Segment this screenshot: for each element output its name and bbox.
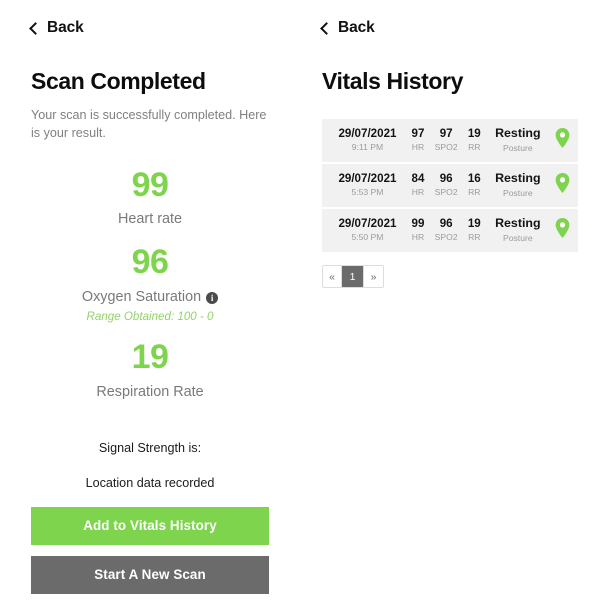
back-button-right[interactable]: Back	[320, 19, 375, 37]
signal-strength-note: Signal Strength is:	[98, 440, 202, 455]
table-row[interactable]: 29/07/2021 9:11 PM 97 HR 97 SPO2 19 RR R…	[322, 119, 578, 164]
cell-location	[547, 162, 578, 209]
pagination-page-1[interactable]: 1	[342, 266, 364, 288]
cell-posture: Resting Posture	[488, 162, 548, 209]
cell-rr: 16 RR	[460, 162, 489, 209]
cell-rr: 19 RR	[460, 119, 488, 163]
location-data-note: Location data recorded	[85, 475, 215, 490]
row-rr-label: RR	[468, 141, 481, 152]
row-posture-value: Resting	[495, 126, 541, 140]
chevron-left-icon	[29, 21, 42, 35]
row-date: 29/07/2021	[338, 126, 397, 140]
row-posture-label: Posture	[503, 187, 533, 198]
row-rr-value: 19	[467, 216, 481, 230]
row-time: 9:11 PM	[351, 141, 384, 152]
row-time: 5:53 PM	[351, 187, 384, 198]
vital-label: Oxygen Saturation i	[81, 289, 219, 306]
page-title: Scan Completed	[31, 68, 206, 94]
row-rr-label: RR	[468, 187, 481, 198]
back-button-label: Back	[338, 19, 375, 36]
vital-label-text: Oxygen Saturation	[81, 289, 202, 306]
row-hr-label: HR	[411, 187, 425, 198]
vitals-history-table: 29/07/2021 9:11 PM 97 HR 97 SPO2 19 RR R…	[322, 119, 578, 253]
cell-location	[547, 119, 578, 163]
back-button-label: Back	[47, 19, 84, 36]
cell-datetime: 29/07/2021 5:53 PM	[322, 162, 404, 209]
row-posture-label: Posture	[503, 142, 533, 153]
row-spo2-label: SPO2	[434, 232, 458, 243]
row-hr-value: 97	[411, 126, 425, 140]
vital-label-text: Heart rate	[118, 211, 182, 228]
status-notes: Signal Strength is: Location data record…	[31, 441, 269, 490]
row-hr-label: HR	[411, 232, 425, 243]
vital-value: 96	[131, 243, 169, 282]
vital-heart-rate: 99 Heart rate	[31, 167, 269, 229]
row-posture-value: Resting	[495, 216, 541, 231]
cell-posture: Resting Posture	[488, 119, 547, 163]
row-hr-value: 99	[411, 216, 425, 230]
row-date: 29/07/2021	[338, 171, 397, 185]
location-pin-icon[interactable]	[555, 172, 570, 193]
location-pin-icon[interactable]	[555, 217, 570, 238]
vital-respiration-rate: 19 Respiration Rate	[31, 339, 269, 401]
location-pin-icon[interactable]	[555, 127, 570, 148]
vital-value: 19	[131, 338, 169, 377]
row-spo2-value: 97	[439, 126, 453, 140]
pagination-next-button[interactable]: »	[364, 266, 383, 288]
pagination: « 1 »	[322, 265, 384, 289]
cell-spo2: 96 SPO2	[432, 162, 461, 209]
vital-value: 99	[131, 165, 169, 204]
vital-range-obtained: Range Obtained: 100 - 0	[86, 310, 214, 324]
chevron-left-icon	[320, 21, 333, 35]
vital-label: Heart rate	[118, 211, 182, 227]
row-posture-label: Posture	[503, 232, 533, 243]
vital-label: Respiration Rate	[96, 384, 203, 400]
cell-hr: 84 HR	[403, 162, 433, 209]
start-new-scan-button[interactable]: Start A New Scan	[31, 555, 269, 594]
vitals-history-panel: Back Vitals History 29/07/2021 9:11 PM 9…	[300, 0, 600, 606]
cell-spo2: 97 SPO2	[432, 119, 460, 163]
row-posture-value: Resting	[495, 171, 541, 186]
pagination-prev-button[interactable]: «	[323, 266, 342, 288]
row-hr-value: 84	[411, 171, 425, 185]
cell-hr: 97 HR	[404, 119, 432, 163]
cell-datetime: 29/07/2021 5:50 PM	[322, 207, 404, 253]
table-row[interactable]: 29/07/2021 5:53 PM 84 HR 96 SPO2 16 RR R…	[322, 162, 578, 209]
cell-hr: 99 HR	[403, 207, 433, 253]
vitals-history-table-body: 29/07/2021 9:11 PM 97 HR 97 SPO2 19 RR R…	[322, 119, 578, 253]
cell-location	[547, 207, 578, 253]
table-row[interactable]: 29/07/2021 5:50 PM 99 HR 96 SPO2 19 RR R…	[322, 207, 578, 253]
row-rr-value: 19	[467, 126, 481, 140]
vitals-summary-list: 99 Heart rate 96 Oxygen Saturation i Ran…	[31, 167, 269, 401]
cell-posture: Resting Posture	[488, 207, 548, 253]
row-spo2-value: 96	[439, 171, 453, 185]
cell-datetime: 29/07/2021 9:11 PM	[322, 119, 404, 163]
row-rr-label: RR	[468, 232, 481, 243]
back-button-left[interactable]: Back	[29, 19, 84, 37]
row-time: 5:50 PM	[351, 232, 384, 243]
scan-result-panel: Back Scan Completed Your scan is success…	[0, 0, 300, 606]
cell-rr: 19 RR	[460, 207, 489, 253]
row-spo2-label: SPO2	[434, 187, 458, 198]
row-rr-value: 16	[467, 171, 481, 185]
add-to-vitals-history-button[interactable]: Add to Vitals History	[31, 506, 269, 545]
app-root: Back Scan Completed Your scan is success…	[0, 0, 600, 606]
row-date: 29/07/2021	[338, 216, 397, 230]
vital-label-text: Respiration Rate	[96, 383, 204, 400]
row-hr-label: HR	[411, 141, 425, 152]
row-spo2-value: 96	[439, 216, 453, 230]
vitals-history-title: Vitals History	[322, 68, 463, 94]
row-spo2-label: SPO2	[434, 141, 458, 152]
info-icon[interactable]: i	[206, 292, 219, 305]
cell-spo2: 96 SPO2	[432, 207, 461, 253]
vital-oxygen-saturation: 96 Oxygen Saturation i Range Obtained: 1…	[31, 244, 269, 323]
page-subtitle: Your scan is successfully completed. Her…	[31, 108, 267, 140]
